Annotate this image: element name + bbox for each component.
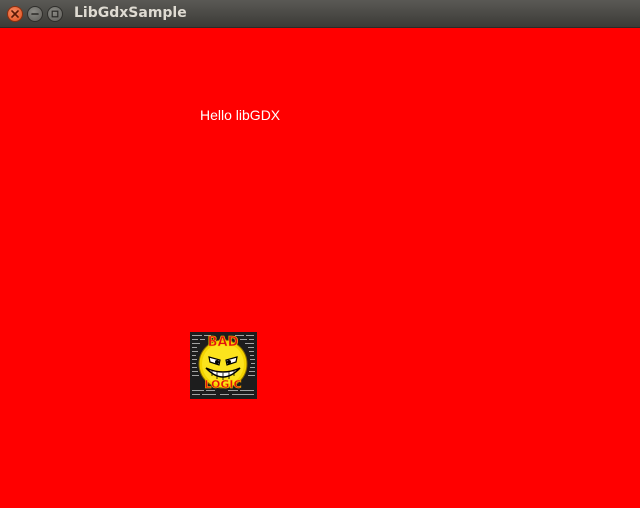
- title-bar[interactable]: LibGdxSample: [0, 0, 640, 28]
- logo-lettering-top: BAD: [208, 335, 239, 350]
- maximize-icon[interactable]: [47, 6, 63, 22]
- hello-text: Hello libGDX: [200, 107, 281, 123]
- logo-lettering-bottom: LOGIC: [204, 378, 241, 391]
- window-title: LibGdxSample: [74, 5, 187, 21]
- minimize-icon[interactable]: [27, 6, 43, 22]
- close-icon[interactable]: [7, 6, 23, 22]
- game-canvas[interactable]: Hello libGDX BAD LOGIC: [0, 28, 640, 508]
- badlogic-logo: BAD LOGIC: [190, 332, 257, 399]
- app-window: LibGdxSample Hello libGDX BAD LOGIC: [0, 0, 640, 508]
